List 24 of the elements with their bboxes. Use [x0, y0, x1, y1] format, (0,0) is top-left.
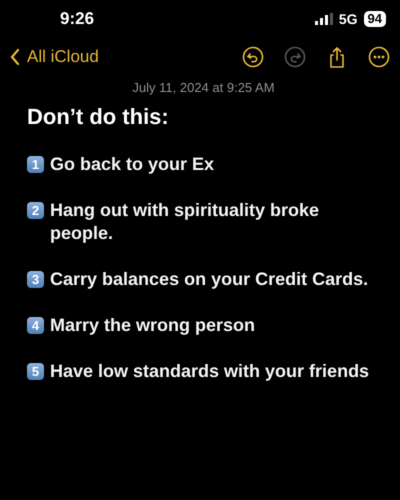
undo-icon — [242, 46, 264, 68]
back-button[interactable]: All iCloud — [10, 47, 242, 67]
number-keycap: 3 — [27, 271, 44, 288]
network-label: 5G — [338, 11, 358, 27]
number-keycap: 5 — [27, 363, 44, 380]
list-item-text: Marry the wrong person — [50, 314, 256, 337]
redo-icon — [284, 46, 306, 68]
list-item-text: Go back to your Ex — [50, 153, 214, 176]
signal-icon — [314, 13, 333, 25]
number-keycap: 1 — [27, 156, 44, 173]
clock-time: 9:26 — [60, 9, 96, 29]
number-keycap: 4 — [27, 317, 44, 334]
undo-button[interactable] — [242, 46, 264, 68]
list-item-text: Have low standards with your friends — [50, 360, 370, 383]
more-button[interactable] — [368, 46, 390, 68]
list-item-text: Hang out with spirituality broke people. — [50, 199, 320, 245]
more-icon — [368, 46, 390, 68]
battery-indicator: 94 — [364, 11, 386, 27]
back-label: All iCloud — [27, 47, 99, 67]
note-heading: Don’t do this: — [27, 103, 170, 131]
note-date: July 11, 2024 at 9:25 AM — [131, 80, 276, 95]
number-keycap: 2 — [27, 202, 44, 219]
list-item-text: Carry balances on your Credit Cards. — [50, 268, 368, 291]
chevron-left-icon — [10, 49, 20, 65]
